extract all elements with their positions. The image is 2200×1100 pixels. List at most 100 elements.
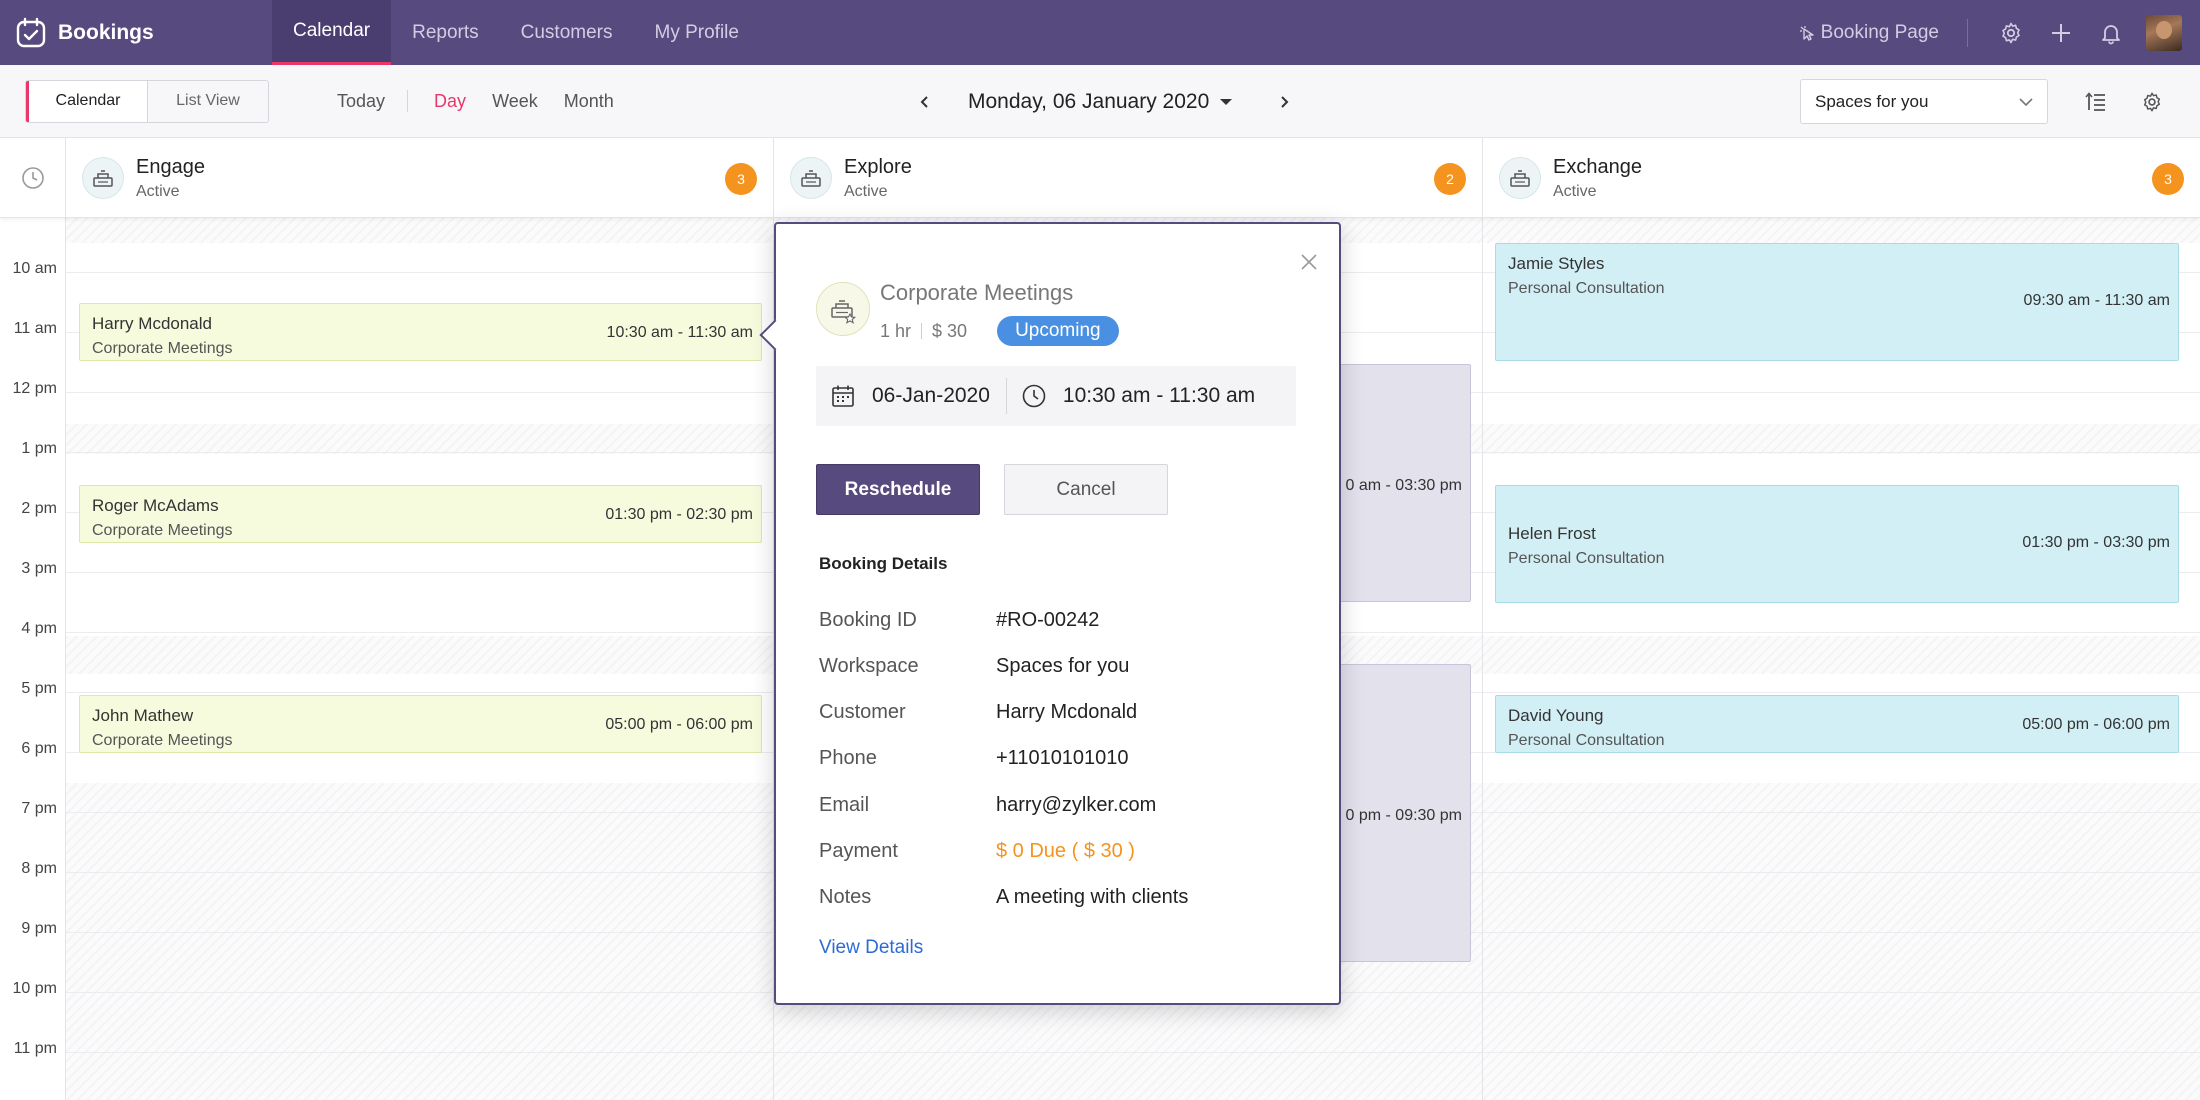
sort-button[interactable] (2081, 87, 2111, 117)
resource-info: Exchange Active (1553, 156, 1642, 201)
detail-label: Payment (819, 840, 898, 862)
resource-name: Exchange (1553, 155, 1642, 178)
time-label: 2 pm (21, 500, 57, 517)
meeting-desk-icon (831, 300, 857, 324)
current-date-label[interactable]: Monday, 06 January 2020 (968, 90, 1209, 114)
detail-label: Customer (819, 701, 906, 723)
nav-tab-my-profile[interactable]: My Profile (634, 0, 760, 65)
user-avatar[interactable] (2146, 14, 2182, 51)
main-nav-tabs: Calendar Reports Customers My Profile (272, 0, 760, 65)
resource-info: Engage Active (136, 156, 205, 201)
range-tab-week[interactable]: Week (492, 91, 538, 112)
detail-row-booking-id: Booking ID #RO-00242 (819, 609, 1099, 632)
settings-button[interactable] (1986, 8, 2036, 58)
resource-name: Engage (136, 155, 205, 178)
list-view-button[interactable]: List View (148, 80, 268, 122)
bell-icon (2102, 24, 2120, 44)
event-service: Corporate Meetings (92, 732, 233, 749)
resource-column-exchange[interactable]: Exchange Active 3 (1483, 138, 2200, 218)
booking-page-link[interactable]: Booking Page (1799, 18, 1968, 47)
caret-down-icon[interactable] (1219, 97, 1233, 107)
time-axis: 10 am 11 am 12 pm 1 pm 2 pm 3 pm 4 pm 5 … (0, 218, 66, 1100)
resource-name: Explore (844, 155, 912, 178)
previous-day-button[interactable] (910, 87, 940, 117)
resource-status: Active (136, 182, 180, 200)
time-label: 3 pm (21, 560, 57, 577)
detail-row-email: Email harry@zylker.com (819, 794, 1156, 817)
cancel-booking-button[interactable]: Cancel (1004, 464, 1168, 515)
resource-status: Active (1553, 182, 1597, 200)
close-icon (1301, 254, 1317, 270)
detail-row-customer: Customer Harry Mcdonald (819, 701, 1137, 724)
event-time: 01:30 pm - 03:30 pm (2022, 534, 2170, 551)
detail-label: Workspace (819, 655, 919, 677)
add-button[interactable] (2036, 8, 2086, 58)
detail-label: Email (819, 794, 870, 816)
service-duration: 1 hr (880, 320, 912, 341)
booking-event[interactable]: Roger McAdams Corporate Meetings 01:30 p… (79, 485, 762, 543)
detail-row-payment: Payment $ 0 Due ( $ 30 ) (819, 840, 1135, 863)
event-time: 0 am - 03:30 pm (1345, 477, 1463, 494)
detail-row-phone: Phone +11010101010 (819, 747, 1129, 770)
close-popover-button[interactable] (1299, 252, 1321, 274)
time-label: 12 pm (12, 380, 57, 397)
notifications-button[interactable] (2086, 8, 2136, 58)
booking-details-popover: Corporate Meetings 1 hr $ 30 Upcoming 06… (759, 222, 1341, 1005)
booking-event[interactable]: Helen Frost Personal Consultation 01:30 … (1495, 485, 2179, 603)
app-brand[interactable]: Bookings (0, 0, 272, 65)
detail-label: Notes (819, 886, 872, 908)
detail-row-notes: Notes A meeting with clients (819, 886, 1188, 909)
date-navigator: Monday, 06 January 2020 (910, 65, 1299, 138)
event-service: Personal Consultation (1508, 550, 1665, 567)
calendar-icon (832, 385, 854, 407)
workspace-select[interactable]: Spaces for you (1800, 79, 2048, 124)
detail-value: #RO-00242 (996, 609, 1100, 631)
today-button[interactable]: Today (337, 90, 409, 112)
time-zone-cell[interactable] (0, 138, 66, 218)
calendar-settings-button[interactable] (2137, 87, 2167, 117)
chevron-right-icon (1281, 95, 1289, 108)
range-tab-day[interactable]: Day (434, 91, 466, 112)
booking-count-badge: 3 (2152, 163, 2184, 195)
detail-value: Harry Mcdonald (996, 701, 1138, 723)
resource-column-explore[interactable]: Explore Active 2 (774, 138, 1483, 218)
booking-event[interactable]: Jamie Styles Personal Consultation 09:30… (1495, 243, 2179, 361)
time-label: 9 pm (21, 920, 57, 937)
reschedule-button[interactable]: Reschedule (816, 464, 980, 515)
resource-column-engage[interactable]: Engage Active 3 (66, 138, 774, 218)
event-time: 05:00 pm - 06:00 pm (605, 716, 753, 733)
nav-tab-reports[interactable]: Reports (391, 0, 500, 65)
booking-date: 06-Jan-2020 (872, 378, 1007, 414)
booking-event[interactable]: Harry Mcdonald Corporate Meetings 10:30 … (79, 303, 762, 361)
resource-header: Engage Active 3 Explore Active 2 Exchang… (0, 138, 2200, 218)
calendar-toolbar: Calendar List View Today Day Week Month … (0, 65, 2200, 138)
workspace-icon (1499, 157, 1541, 199)
next-day-button[interactable] (1269, 87, 1299, 117)
top-navigation-bar: Bookings Calendar Reports Customers My P… (0, 0, 2200, 65)
service-meta: 1 hr $ 30 Upcoming (880, 316, 1119, 346)
event-service: Corporate Meetings (92, 340, 233, 357)
detail-row-workspace: Workspace Spaces for you (819, 655, 1129, 678)
calendar-view-button[interactable]: Calendar (26, 80, 148, 122)
workspace-select-value: Spaces for you (1815, 91, 1929, 111)
range-tab-month[interactable]: Month (564, 91, 614, 112)
booking-count-badge: 2 (1434, 163, 1466, 195)
cursor-click-icon (1799, 25, 1814, 41)
nav-tab-customers[interactable]: Customers (500, 0, 634, 65)
event-customer-name: Jamie Styles (1508, 254, 1605, 273)
view-details-link[interactable]: View Details (819, 937, 923, 959)
clock-icon (21, 167, 44, 189)
booking-event[interactable]: John Mathew Corporate Meetings 05:00 pm … (79, 695, 762, 753)
booking-datetime: 06-Jan-2020 10:30 am - 11:30 am (816, 366, 1296, 426)
detail-label: Phone (819, 747, 877, 769)
gear-icon (2002, 22, 2020, 43)
booking-event[interactable]: David Young Personal Consultation 05:00 … (1495, 695, 2179, 753)
event-time: 01:30 pm - 02:30 pm (605, 506, 753, 523)
gear-icon (2143, 92, 2161, 112)
nav-tab-calendar[interactable]: Calendar (272, 0, 392, 65)
bookings-logo-icon (16, 17, 46, 47)
resource-info: Explore Active (844, 156, 912, 201)
app-title: Bookings (58, 20, 154, 44)
workspace-icon (790, 157, 832, 199)
view-toggle: Calendar List View (25, 79, 269, 123)
